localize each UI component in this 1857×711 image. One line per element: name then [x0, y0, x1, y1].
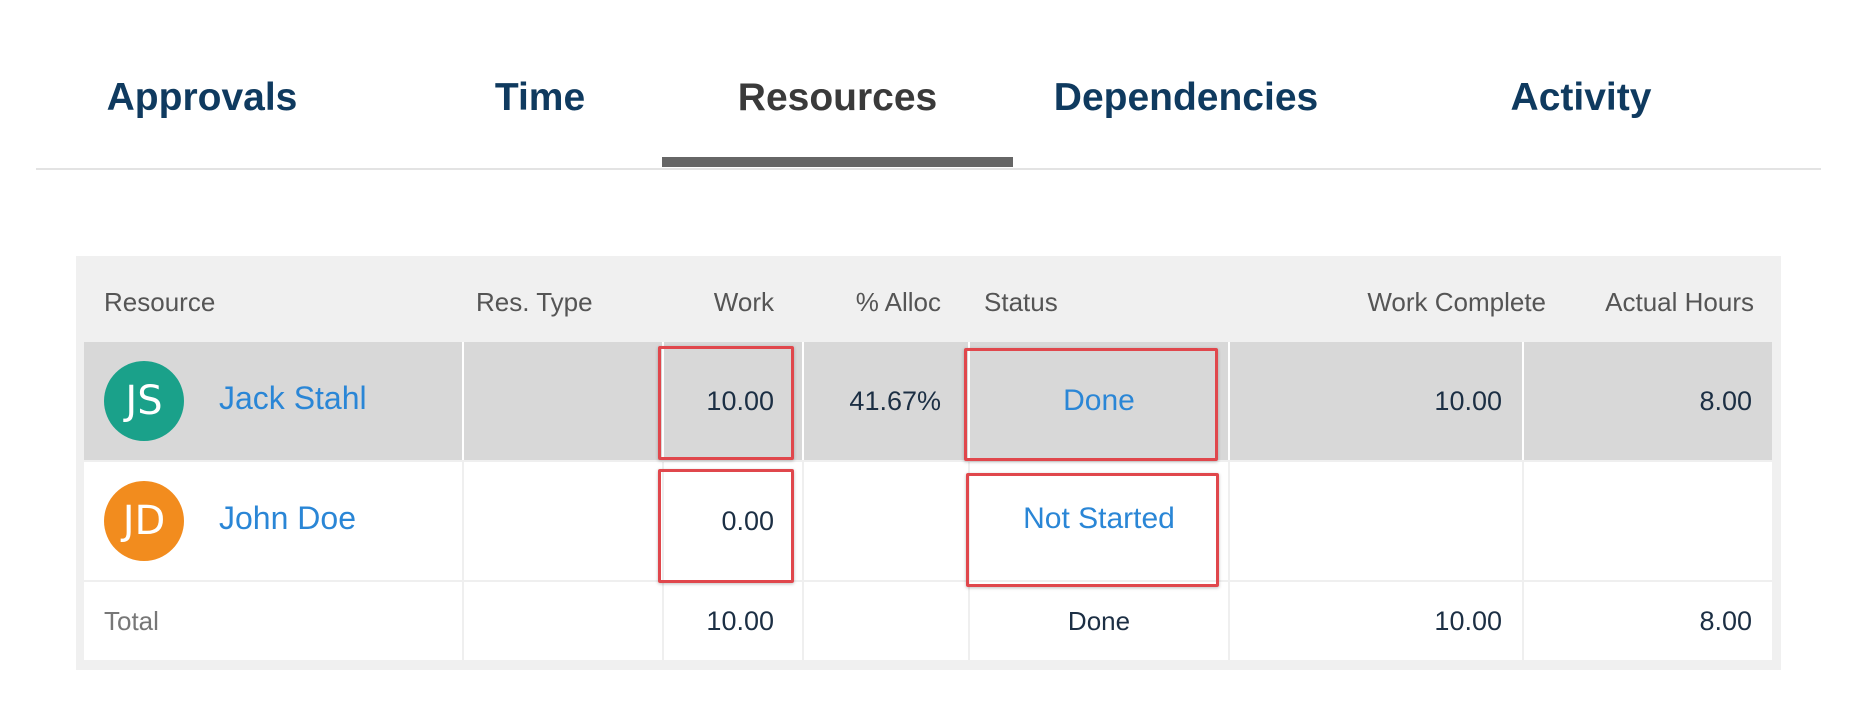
- header-alloc[interactable]: % Alloc: [796, 256, 941, 342]
- header-status[interactable]: Status: [984, 256, 1058, 342]
- resources-table: Resource Res. Type Work % Alloc Status W…: [76, 256, 1781, 670]
- resource-name-link[interactable]: John Doe: [219, 500, 356, 537]
- tab-resources[interactable]: Resources: [662, 0, 1013, 168]
- highlight-box: [964, 348, 1218, 461]
- avatar: JD: [104, 481, 184, 561]
- total-work: 10.00: [706, 606, 774, 636]
- highlight-box: [658, 469, 794, 583]
- column-divider: [1522, 462, 1524, 580]
- tab-time[interactable]: Time: [440, 0, 640, 168]
- total-row: Total 10.00 Done 10.00 8.00: [84, 582, 1772, 660]
- header-res-type[interactable]: Res. Type: [476, 256, 593, 342]
- total-status: Done: [1067, 606, 1131, 636]
- row-divider: [84, 580, 1772, 582]
- header-resource[interactable]: Resource: [104, 256, 215, 342]
- table-row[interactable]: JS Jack Stahl 10.00 41.67% Done 10.00 8.…: [84, 342, 1772, 460]
- tab-bar: Approvals Time Resources Dependencies Ac…: [36, 0, 1821, 170]
- highlight-box: [658, 346, 794, 460]
- table-row[interactable]: JD John Doe 0.00 Not Started: [84, 462, 1772, 580]
- highlight-box: [966, 473, 1219, 587]
- alloc-value: 41.67%: [849, 386, 941, 416]
- tab-approvals[interactable]: Approvals: [92, 0, 312, 168]
- header-actual-hours[interactable]: Actual Hours: [1556, 256, 1754, 342]
- column-divider: [462, 462, 464, 580]
- header-work[interactable]: Work: [636, 256, 774, 342]
- column-divider: [802, 462, 804, 580]
- work-complete-value: 10.00: [1434, 386, 1502, 416]
- column-divider: [462, 342, 464, 460]
- header-work-complete[interactable]: Work Complete: [1226, 256, 1546, 342]
- column-divider: [1228, 462, 1230, 580]
- row-divider: [84, 460, 1772, 462]
- resource-name-link[interactable]: Jack Stahl: [219, 380, 367, 417]
- tab-dependencies[interactable]: Dependencies: [1036, 0, 1336, 168]
- column-divider: [462, 582, 464, 660]
- active-tab-indicator: [662, 157, 1013, 167]
- actual-hours-value: 8.00: [1699, 386, 1752, 416]
- column-divider: [802, 582, 804, 660]
- avatar: JS: [104, 361, 184, 441]
- tab-activity[interactable]: Activity: [1431, 0, 1731, 168]
- total-label: Total: [104, 606, 159, 636]
- total-work-complete: 10.00: [1434, 606, 1502, 636]
- total-actual-hours: 8.00: [1699, 606, 1752, 636]
